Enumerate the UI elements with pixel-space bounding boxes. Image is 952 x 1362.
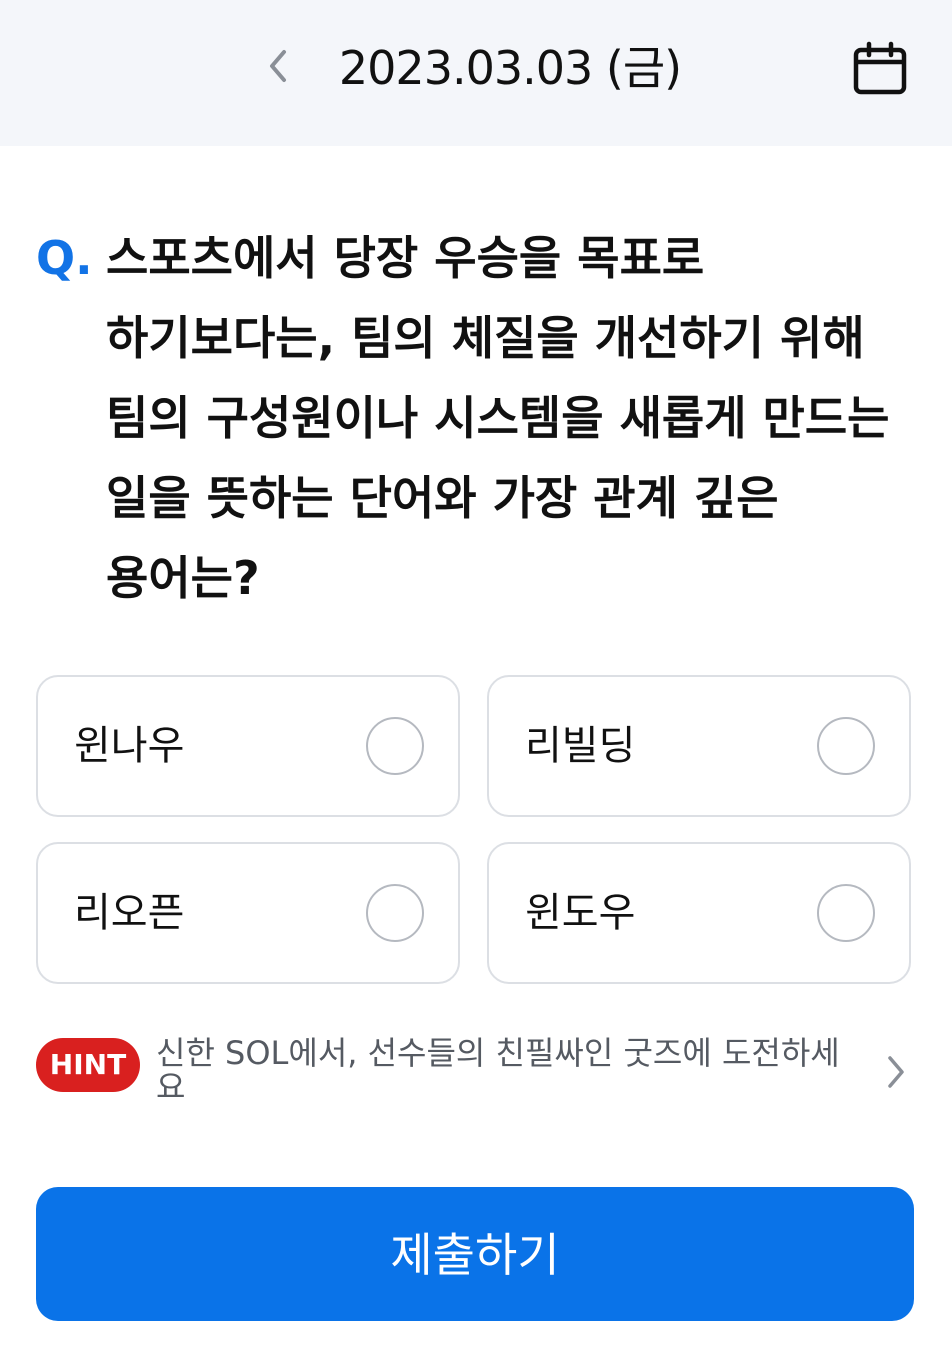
radio-button[interactable]	[817, 717, 875, 775]
hint-link[interactable]: HINT 신한 SOL에서, 선수들의 친필싸인 굿즈에 도전하세요	[36, 1030, 916, 1110]
radio-button[interactable]	[366, 717, 424, 775]
answer-option-4[interactable]: 윈도우	[487, 842, 911, 984]
question-text: 스포츠에서 당장 우승을 목표로 하기보다는, 팀의 체질을 개선하기 위해 팀…	[106, 231, 890, 605]
answer-option-label: 윈도우	[525, 890, 636, 936]
answer-option-label: 리오픈	[74, 890, 185, 936]
answer-option-label: 윈나우	[74, 723, 185, 769]
hint-text: 신한 SOL에서, 선수들의 친필싸인 굿즈에 도전하세요	[156, 1034, 840, 1106]
radio-button[interactable]	[817, 884, 875, 942]
chevron-right-icon	[876, 1052, 916, 1092]
radio-button[interactable]	[366, 884, 424, 942]
chevron-left-icon	[270, 50, 286, 82]
answer-option-1[interactable]: 윈나우	[36, 675, 460, 817]
previous-date-button[interactable]	[256, 44, 300, 88]
answer-option-label: 리빌딩	[525, 723, 636, 769]
top-bar: 2023.03.03 (금)	[0, 0, 952, 146]
submit-button[interactable]: 제출하기	[36, 1187, 914, 1321]
answer-option-2[interactable]: 리빌딩	[487, 675, 911, 817]
hint-badge: HINT	[36, 1038, 140, 1092]
answer-option-3[interactable]: 리오픈	[36, 842, 460, 984]
calendar-button[interactable]	[848, 36, 912, 100]
question-prefix: Q.	[36, 231, 93, 285]
date-title: 2023.03.03 (금)	[338, 41, 682, 95]
calendar-icon	[853, 41, 907, 95]
